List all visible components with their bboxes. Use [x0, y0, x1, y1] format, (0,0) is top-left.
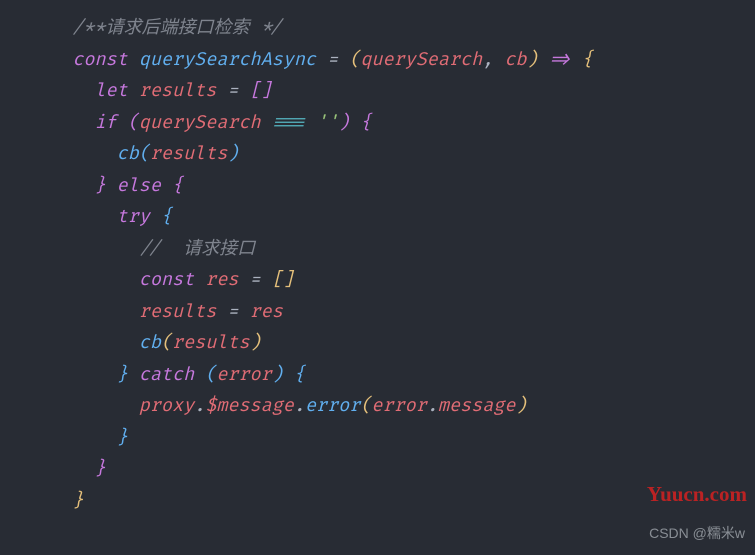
variable: querySearch	[139, 111, 261, 134]
keyword-const: const	[72, 48, 127, 71]
property: message	[438, 394, 516, 417]
param: querySearch	[360, 48, 482, 71]
variable: error	[371, 394, 426, 417]
variable: results	[139, 79, 217, 102]
param: cb	[504, 48, 526, 71]
code-line: cb(results)	[0, 327, 755, 359]
variable: results	[172, 331, 250, 354]
comment: /**请求后端接口检索 */	[72, 16, 282, 39]
variable: error	[216, 363, 271, 386]
code-line: }	[0, 422, 755, 454]
keyword-const: const	[139, 268, 194, 291]
function-call: cb	[139, 331, 161, 354]
code-line: proxy.$message.error(error.message)	[0, 390, 755, 422]
variable: results	[139, 300, 217, 323]
keyword-if: if	[94, 111, 116, 134]
code-line: const res = []	[0, 264, 755, 296]
code-block: /**请求后端接口检索 */ const querySearchAsync = …	[0, 12, 755, 516]
function-call: cb	[117, 142, 139, 165]
string-literal: ''	[316, 111, 338, 134]
code-line: cb(results)	[0, 138, 755, 170]
code-line: /**请求后端接口检索 */	[0, 12, 755, 44]
code-line: if (querySearch === '') {	[0, 107, 755, 139]
method-call: error	[305, 394, 360, 417]
code-line: } catch (error) {	[0, 359, 755, 391]
function-name: querySearchAsync	[139, 48, 316, 71]
code-line: const querySearchAsync = (querySearch, c…	[0, 44, 755, 76]
comment: // 请求接口	[139, 237, 255, 260]
watermark-yuucn: Yuucn.com	[647, 476, 747, 513]
code-line: } else {	[0, 170, 755, 202]
code-line: // 请求接口	[0, 233, 755, 265]
keyword-let: let	[94, 79, 127, 102]
code-line: try {	[0, 201, 755, 233]
code-line: }	[0, 485, 755, 517]
code-line: }	[0, 453, 755, 485]
object: proxy	[139, 394, 194, 417]
variable: res	[205, 268, 238, 291]
variable: res	[250, 300, 283, 323]
watermark-csdn: CSDN @糯米w	[649, 521, 745, 546]
keyword-else: else	[117, 174, 161, 197]
variable: results	[150, 142, 228, 165]
code-line: results = res	[0, 296, 755, 328]
code-line: let results = []	[0, 75, 755, 107]
keyword-try: try	[117, 205, 150, 228]
property: $message	[205, 394, 294, 417]
keyword-catch: catch	[139, 363, 194, 386]
